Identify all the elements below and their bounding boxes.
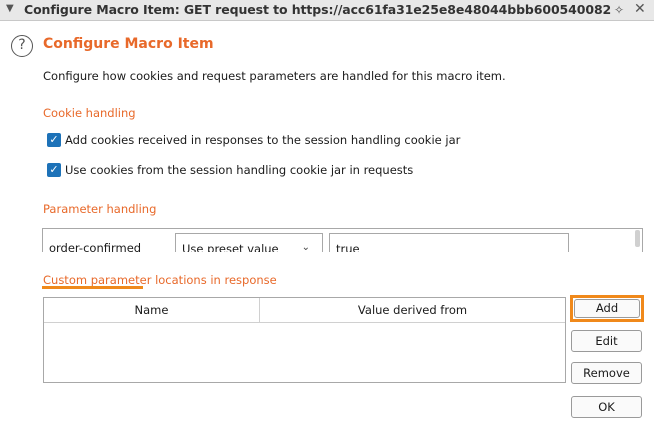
help-icon[interactable]: ? xyxy=(11,35,33,57)
window-title: Configure Macro Item: GET request to htt… xyxy=(24,2,612,17)
dialog-heading: Configure Macro Item xyxy=(43,36,214,52)
custom-locations-table[interactable]: Name Value derived from xyxy=(43,297,566,383)
check-icon[interactable]: ✓ xyxy=(47,133,61,147)
check-icon[interactable]: ✓ xyxy=(47,163,61,177)
close-icon[interactable]: ✕ xyxy=(634,1,646,17)
chevron-down-icon[interactable]: ▼ xyxy=(6,3,14,14)
parameter-value-text: true xyxy=(336,242,360,252)
parameter-value-input[interactable]: true xyxy=(329,233,569,252)
custom-locations-label: Custom parameter locations in response xyxy=(43,273,277,287)
dialog-description: Configure how cookies and request parame… xyxy=(43,69,506,83)
column-header-value-derived-from[interactable]: Value derived from xyxy=(260,298,565,323)
parameter-table: order-confirmed Use preset value ⌄ true xyxy=(42,228,643,252)
parameter-mode-value: Use preset value xyxy=(182,242,279,252)
parameter-name: order-confirmed xyxy=(49,241,142,252)
use-cookies-label: Use cookies from the session handling co… xyxy=(65,163,414,177)
chevron-down-icon: ⌄ xyxy=(301,242,310,252)
remove-button[interactable]: Remove xyxy=(571,362,642,384)
parameter-mode-select[interactable]: Use preset value ⌄ xyxy=(175,233,323,252)
add-button[interactable]: Add xyxy=(574,299,640,318)
edit-button[interactable]: Edit xyxy=(571,330,642,352)
add-cookies-label: Add cookies received in responses to the… xyxy=(65,133,461,147)
parameter-scrollbar[interactable] xyxy=(635,230,640,247)
pin-icon[interactable]: ✧ xyxy=(614,3,624,17)
parameter-handling-label: Parameter handling xyxy=(43,202,157,216)
add-cookies-checkbox-row[interactable]: ✓ Add cookies received in responses to t… xyxy=(47,133,460,147)
use-cookies-checkbox-row[interactable]: ✓ Use cookies from the session handling … xyxy=(47,163,413,177)
title-bar: ▼ Configure Macro Item: GET request to h… xyxy=(0,0,654,21)
cookie-handling-label: Cookie handling xyxy=(43,106,136,120)
ok-button[interactable]: OK xyxy=(571,396,642,418)
highlight-underline xyxy=(42,286,143,289)
add-button-highlight: Add xyxy=(570,295,644,322)
column-header-name[interactable]: Name xyxy=(44,298,260,323)
